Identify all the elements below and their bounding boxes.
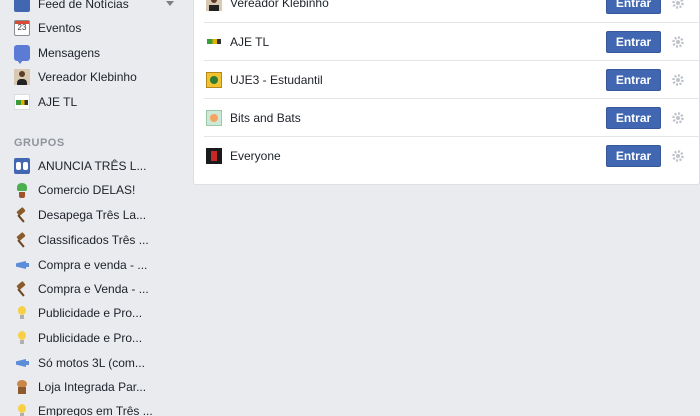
nav-messages[interactable]: Mensagens (14, 42, 184, 64)
group-item-label: Publicidade e Pro... (38, 306, 143, 320)
gavel-icon (14, 207, 30, 223)
group-item-label: Desapega Três La... (38, 208, 147, 222)
calendar-icon: 23 (14, 20, 30, 36)
gear-icon[interactable] (671, 35, 685, 49)
group-item[interactable]: Loja Integrada Par... (14, 376, 184, 398)
nav-messages-label: Mensagens (38, 46, 101, 60)
group-item-label: Classificados Três ... (38, 233, 149, 247)
join-group-button[interactable]: Entrar (606, 69, 661, 91)
join-group-button[interactable]: Entrar (606, 107, 661, 129)
store-icon (14, 379, 30, 395)
chevron-down-icon[interactable] (166, 1, 174, 6)
groups-heading: GRUPOS (14, 137, 65, 149)
messages-icon (14, 45, 30, 64)
group-item[interactable]: Publicidade e Pro... (14, 302, 184, 324)
gear-icon[interactable] (671, 73, 685, 87)
group-item-label: Compra e Venda - ... (38, 282, 149, 296)
group-avatar-icon (206, 71, 222, 88)
group-item[interactable]: Só motos 3L (com... (14, 352, 184, 374)
join-group-button[interactable]: Entrar (606, 145, 661, 167)
gear-icon[interactable] (671, 111, 685, 125)
group-item-label: Loja Integrada Par... (38, 380, 147, 394)
group-avatar-icon (206, 109, 222, 126)
group-suggestion-row: AJE TL Entrar (204, 22, 700, 60)
nav-vereador-klebinho[interactable]: Vereador Klebinho (14, 66, 184, 88)
suggested-groups-card: Vereador Klebinho Entrar AJE TL Entrar U… (193, 0, 700, 185)
group-item-label: ANUNCIA TRÊS L... (38, 159, 147, 173)
calendar-day: 23 (17, 23, 27, 32)
group-item[interactable]: Compra e Venda - ... (14, 278, 184, 300)
nav-events-label: Eventos (38, 21, 82, 35)
group-item[interactable]: Classificados Três ... (14, 229, 184, 251)
group-suggestion-row: Everyone Entrar (204, 136, 700, 174)
gavel-icon (14, 281, 30, 297)
group-avatar-icon (206, 0, 222, 11)
nav-events[interactable]: 23 Eventos (14, 17, 184, 39)
group-item-label: Só motos 3L (com... (38, 356, 145, 370)
profile-picture-icon (14, 69, 30, 85)
group-suggestion-row: Vereador Klebinho Entrar (204, 0, 700, 22)
nav-aje-tl-label: AJE TL (38, 95, 78, 109)
group-item[interactable]: Publicidade e Pro... (14, 327, 184, 349)
nav-news-feed-label: Feed de Notícias (38, 0, 129, 11)
nav-news-feed[interactable]: Feed de Notícias (14, 0, 184, 15)
group-item-label: Empregos em Três ... (38, 404, 153, 416)
join-group-button[interactable]: Entrar (606, 0, 661, 14)
group-item[interactable]: Compra e venda - ... (14, 254, 184, 276)
gavel-icon (14, 232, 30, 248)
nav-aje-tl[interactable]: AJE TL (14, 91, 184, 113)
group-suggestion-row: UJE3 - Estudantil Entrar (204, 60, 700, 98)
plant-icon (14, 182, 30, 198)
group-item[interactable]: Desapega Três La... (14, 204, 184, 226)
join-group-button[interactable]: Entrar (606, 31, 661, 53)
group-icon (14, 158, 30, 174)
megaphone-icon (14, 355, 30, 371)
nav-vereador-klebinho-label: Vereador Klebinho (38, 70, 137, 84)
lightbulb-icon (14, 330, 30, 346)
group-item-label: Compra e venda - ... (38, 258, 148, 272)
group-item-label: Publicidade e Pro... (38, 331, 143, 345)
megaphone-icon (14, 257, 30, 273)
group-item-label: Comercio DELAS! (38, 183, 136, 197)
group-suggestion-row: Bits and Bats Entrar (204, 98, 700, 136)
gear-icon[interactable] (671, 0, 685, 10)
group-avatar-icon (206, 147, 222, 164)
news-feed-icon (14, 0, 30, 12)
lightbulb-icon (14, 305, 30, 321)
lightbulb-icon (14, 403, 30, 416)
group-item[interactable]: Comercio DELAS! (14, 179, 184, 201)
gear-icon[interactable] (671, 149, 685, 163)
group-avatar-icon (206, 33, 222, 50)
aje-logo-icon (14, 94, 30, 110)
left-sidebar: Feed de Notícias 23 Eventos Mensagens Ve… (0, 0, 185, 416)
group-item[interactable]: ANUNCIA TRÊS L... (14, 155, 184, 177)
group-item[interactable]: Empregos em Três ... (14, 400, 184, 416)
